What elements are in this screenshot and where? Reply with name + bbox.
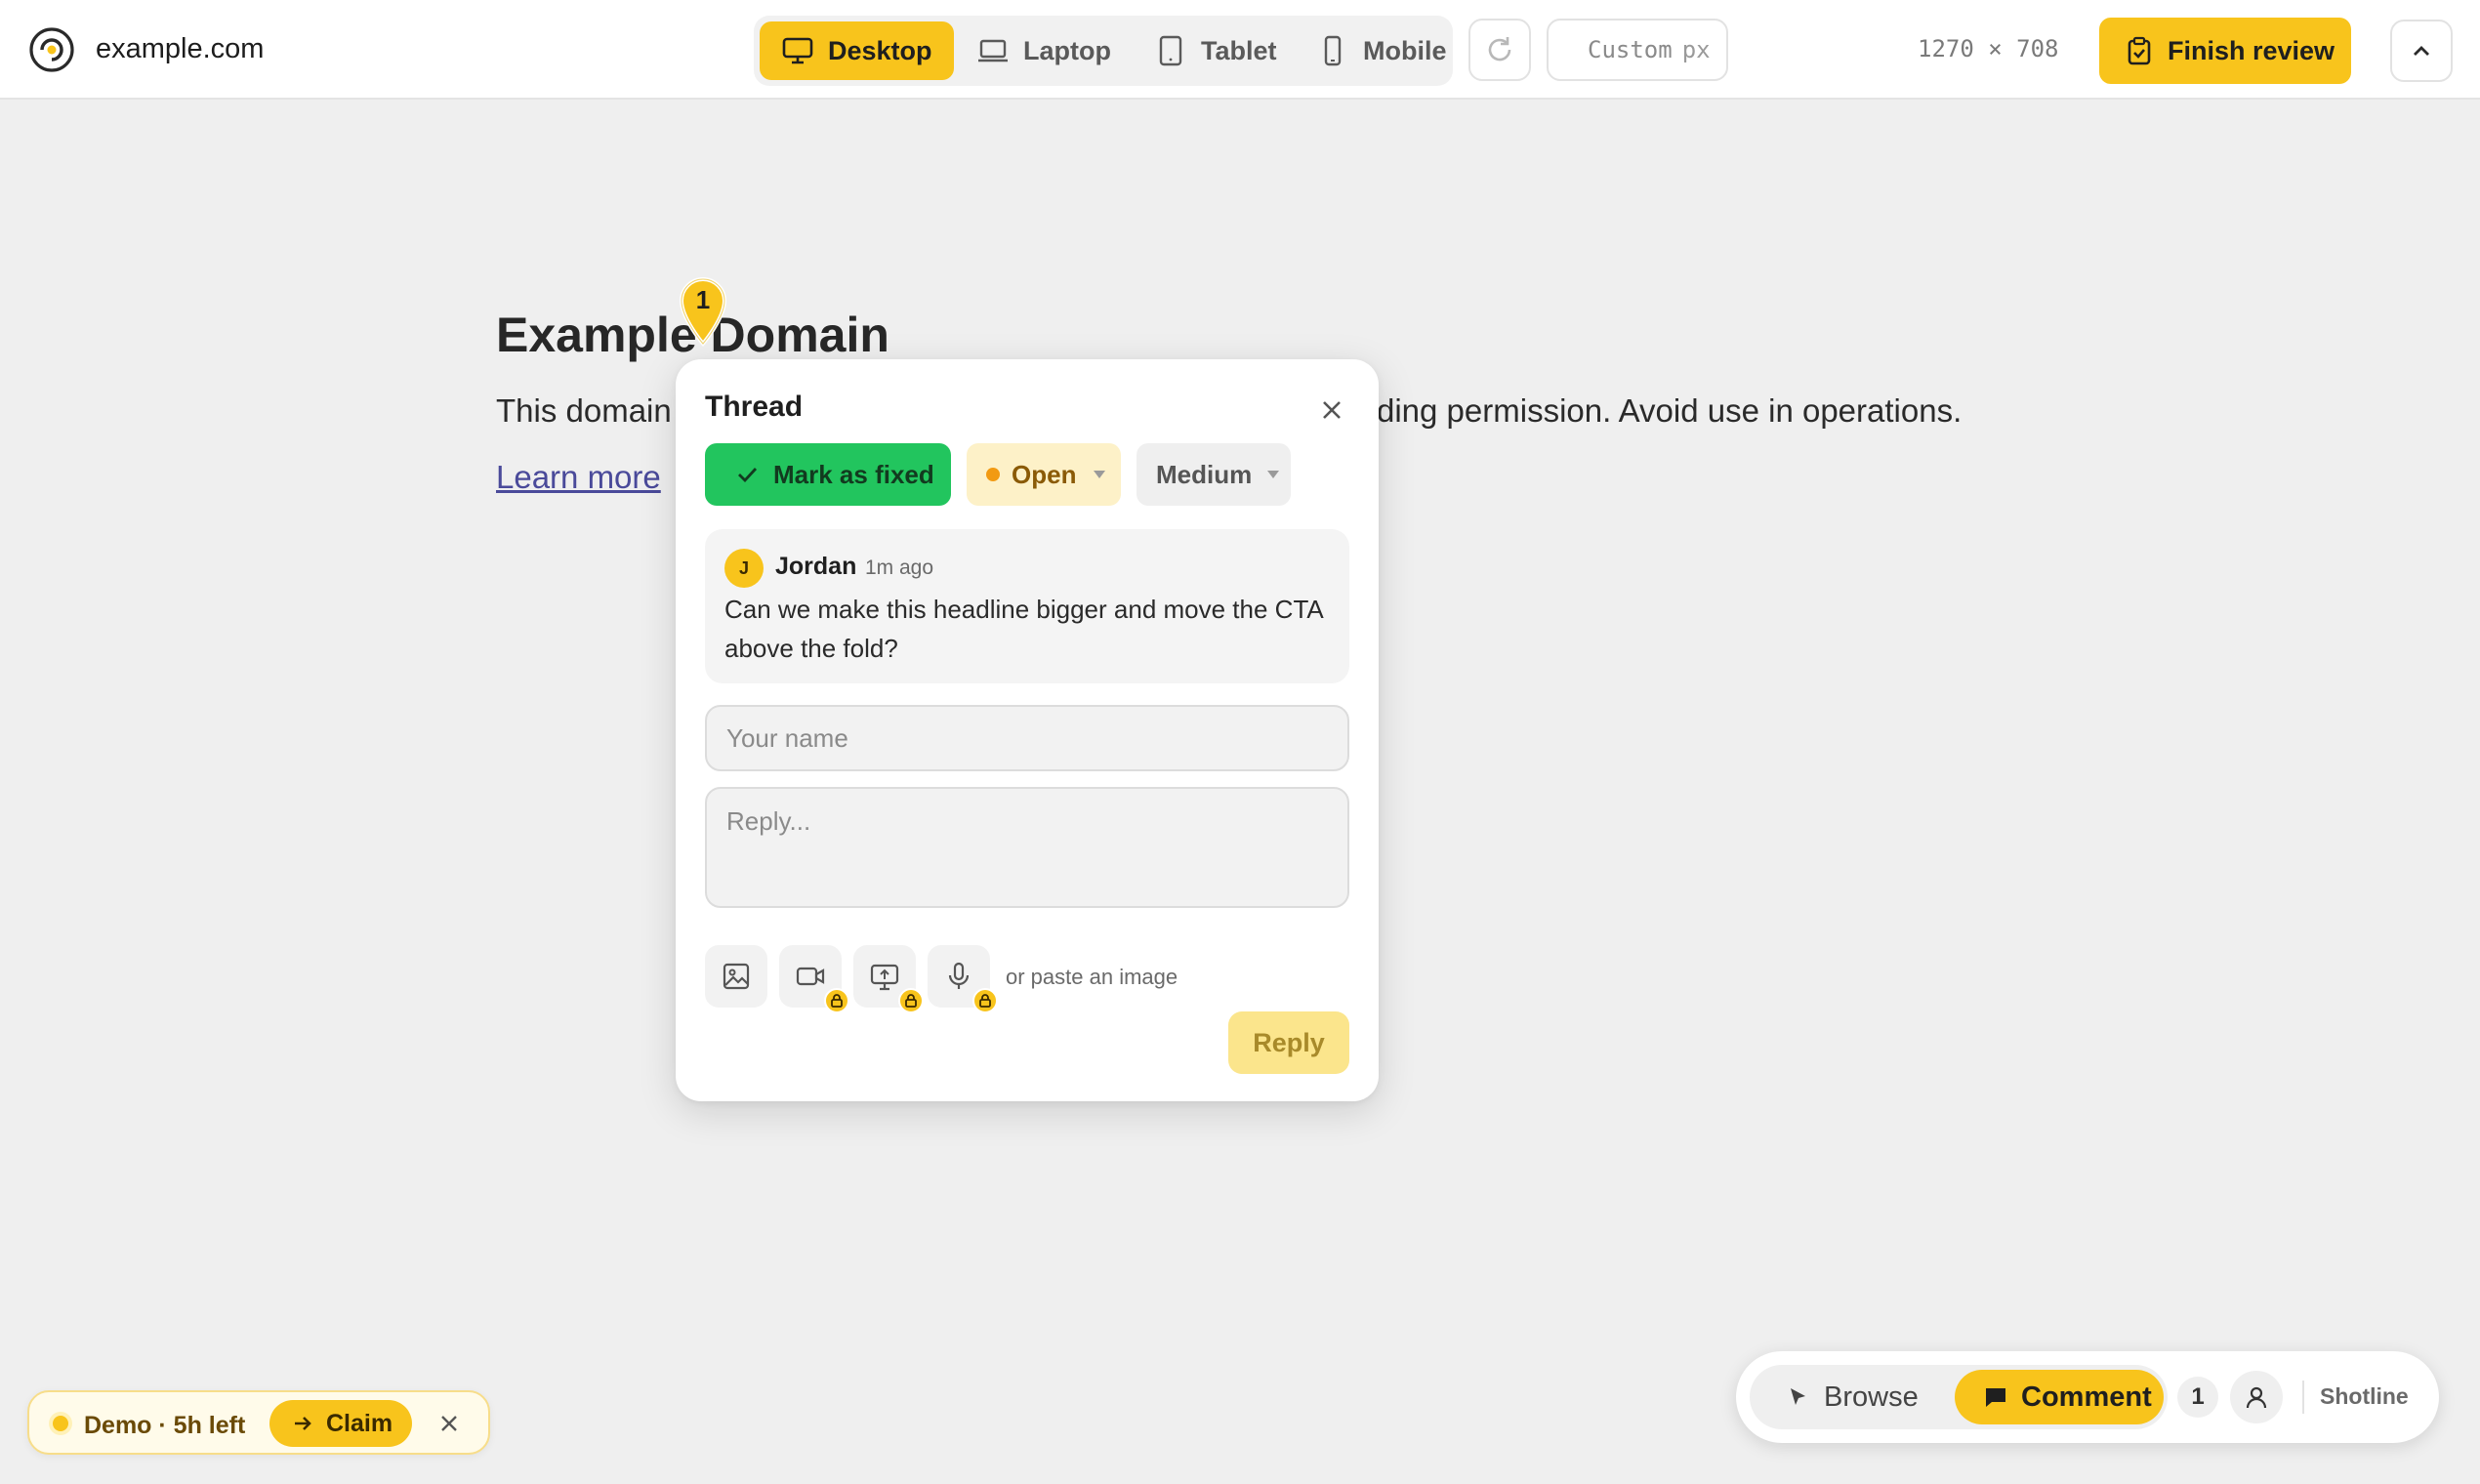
chat-bubble-icon (1986, 1388, 2005, 1407)
microphone-icon (948, 962, 970, 989)
claim-label: Claim (326, 1409, 393, 1437)
device-laptop-button[interactable]: Laptop (955, 21, 1133, 80)
learn-more-link[interactable]: Learn more (496, 459, 661, 496)
comment-count-badge[interactable]: 1 (2177, 1377, 2218, 1418)
thread-popup: Thread Mark as fixed Open Medium J Jorda… (676, 359, 1379, 1101)
site-name: example.com (96, 33, 265, 64)
record-audio-button[interactable] (928, 945, 998, 1013)
checkmark-icon (738, 468, 758, 483)
viewport-size-readout: 1270 × 708 (1918, 35, 2059, 62)
custom-width-input[interactable]: Custom px (1547, 19, 1728, 81)
refresh-icon (1488, 37, 1511, 62)
arrow-right-icon (295, 1417, 311, 1430)
comment-text: Can we make this headline bigger and mov… (724, 595, 1323, 663)
device-desktop-label: Desktop (828, 35, 932, 65)
finish-review-label: Finish review (2168, 35, 2335, 65)
mobile-icon (1324, 35, 1342, 66)
device-tablet-label: Tablet (1201, 35, 1277, 65)
device-mobile-label: Mobile (1363, 35, 1447, 65)
tablet-icon (1159, 35, 1182, 66)
browse-mode-button[interactable]: Browse (1769, 1371, 1934, 1423)
thread-title: Thread (705, 391, 804, 423)
mark-as-fixed-button[interactable]: Mark as fixed (705, 443, 951, 506)
device-mobile-button[interactable]: Mobile (1295, 21, 1468, 80)
page-text-end: ding permission. Avoid use in operations… (1377, 392, 1963, 429)
clipboard-check-icon (2128, 36, 2151, 65)
chevron-up-icon (2414, 46, 2429, 56)
mode-toggle: Browse Comment (1750, 1365, 2168, 1429)
user-icon (2246, 1386, 2267, 1409)
mark-as-fixed-label: Mark as fixed (773, 459, 934, 489)
avatar: J (724, 549, 764, 588)
brand-label: Shotline (2320, 1383, 2409, 1409)
attach-image-button[interactable] (705, 945, 767, 1008)
record-video-button[interactable] (779, 945, 849, 1013)
finish-review-button[interactable]: Finish review (2099, 18, 2351, 84)
comment-pin-number: 1 (695, 285, 711, 314)
claim-button[interactable]: Claim (269, 1400, 412, 1447)
browse-label: Browse (1824, 1381, 1919, 1413)
cursor-arrow-icon (1791, 1388, 1805, 1405)
priority-dropdown[interactable]: Medium (1137, 443, 1291, 506)
comment-author: Jordan (775, 553, 857, 580)
status-dropdown[interactable]: Open (967, 443, 1121, 506)
paste-image-hint: or paste an image (1006, 965, 1178, 989)
device-switcher: Desktop Laptop Tablet Mobile (754, 16, 1453, 86)
lock-icon (824, 988, 849, 1013)
top-bar: example.com Desktop Laptop Tablet Mobile… (0, 0, 2480, 100)
video-camera-icon (796, 967, 825, 986)
mode-toolbar: Browse Comment 1 Shotline (1736, 1351, 2439, 1443)
device-desktop-button[interactable]: Desktop (760, 21, 954, 80)
desktop-icon (782, 37, 813, 64)
demo-status-dot (53, 1416, 68, 1431)
image-icon (723, 963, 750, 990)
name-input[interactable] (705, 705, 1349, 771)
screen-record-button[interactable] (853, 945, 924, 1013)
comment-mode-button[interactable]: Comment (1955, 1370, 2164, 1424)
device-tablet-button[interactable]: Tablet (1133, 21, 1299, 80)
chevron-down-icon (1094, 471, 1106, 478)
status-label: Open (1012, 459, 1077, 489)
laptop-icon (978, 39, 1008, 62)
custom-width-placeholder: Custom (1588, 36, 1673, 63)
comment-time: 1m ago (865, 556, 934, 579)
demo-label: Demo · 5h left (84, 1412, 246, 1439)
page-text-start: This domain (496, 392, 672, 429)
close-icon[interactable] (1314, 392, 1349, 428)
user-button[interactable] (2230, 1371, 2283, 1423)
lock-icon (972, 988, 998, 1013)
custom-width-unit: px (1681, 36, 1711, 63)
priority-label: Medium (1156, 459, 1253, 489)
reply-textarea[interactable] (705, 787, 1349, 908)
reply-button[interactable]: Reply (1228, 1011, 1349, 1074)
collapse-toolbar-button[interactable] (2390, 20, 2453, 82)
lock-icon (898, 988, 924, 1013)
comment-card: J Jordan 1m ago Can we make this headlin… (705, 529, 1349, 683)
status-dot (986, 468, 1000, 481)
device-laptop-label: Laptop (1023, 35, 1111, 65)
divider (2302, 1381, 2304, 1414)
comment-label: Comment (2021, 1381, 2152, 1413)
site-logo-icon (29, 27, 74, 72)
refresh-button[interactable] (1468, 19, 1531, 81)
screen-share-icon (870, 964, 899, 991)
close-icon[interactable] (435, 1410, 463, 1437)
demo-banner: Demo · 5h left Claim (27, 1390, 490, 1455)
chevron-down-icon (1267, 471, 1280, 478)
